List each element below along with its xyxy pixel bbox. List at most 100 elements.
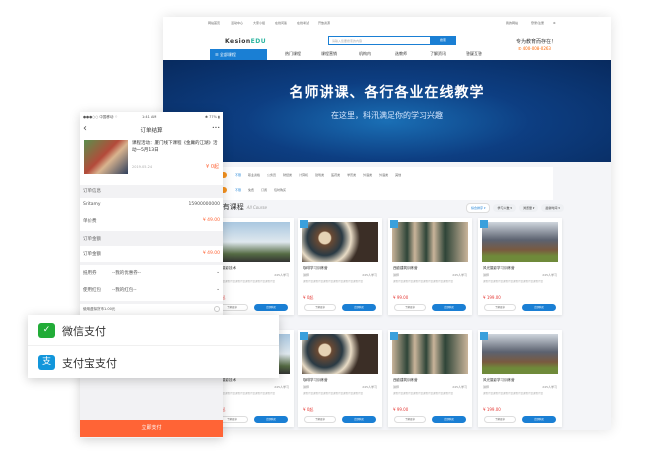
unit-price: ¥ 49.00 [202, 218, 220, 223]
buy-now-button[interactable]: 立即购买 [254, 416, 288, 423]
filter-option[interactable]: 计算机 [299, 173, 308, 177]
course-image[interactable] [392, 222, 468, 262]
sort-button[interactable]: 浏览量 ▾ [518, 204, 539, 212]
filter-option[interactable]: 其他 [395, 173, 401, 177]
filter-option[interactable]: 财经类 [283, 173, 292, 177]
filter-option[interactable]: 不限 [235, 188, 241, 192]
filter-option[interactable]: 医药类 [331, 173, 340, 177]
sort-button[interactable]: 最新时间 ▾ [541, 204, 564, 212]
course-price: ¥ 199.00 [483, 295, 501, 300]
more-icon[interactable]: ••• [212, 126, 220, 131]
nav-item[interactable]: 机构内 [359, 51, 371, 57]
chevron-down-icon[interactable]: ⌄ [216, 270, 220, 275]
course-title[interactable]: 西欧建筑训练营 [393, 266, 418, 271]
buy-now-button[interactable]: 立即购买 [254, 304, 288, 311]
buy-now-button[interactable]: 立即购买 [432, 416, 466, 423]
filter-option[interactable]: 职业资格 [248, 173, 260, 177]
top-link[interactable]: 在线问答 [275, 21, 287, 25]
buy-now-button[interactable]: 立即购买 [522, 416, 556, 423]
settings-icon[interactable]: ⚙ [553, 21, 556, 25]
course-title[interactable]: 西欧建筑训练营 [393, 378, 418, 383]
course-card[interactable]: 风光摄影学习训练营 讲师 245人学习 课程介绍课程介绍课程介绍课程介绍课程介绍课… [478, 330, 562, 427]
learn-more-button[interactable]: 了解更多 [484, 416, 516, 423]
wechat-pay-option[interactable]: ✓ 微信支付 [28, 315, 279, 346]
course-card[interactable]: 西欧建筑训练营 讲师 245人学习 课程介绍课程介绍课程介绍课程介绍课程介绍课程介… [388, 330, 472, 427]
top-link[interactable]: 开放资源 [318, 21, 330, 25]
course-desc: 课程介绍课程介绍课程介绍课程介绍课程介绍课程介绍 [393, 392, 454, 395]
course-title[interactable]: 咖啡学习训练营 [303, 378, 328, 383]
discounts: 抵用券 --我的优惠券-- ⌄ 使用红包 --我的红包-- ⌄ [80, 265, 223, 301]
course-card[interactable]: 风光摄影学习训练营 讲师 245人学习 课程介绍课程介绍课程介绍课程介绍课程介绍课… [478, 218, 562, 315]
learn-more-button[interactable]: 了解更多 [304, 304, 336, 311]
radio[interactable] [214, 306, 220, 312]
course-image[interactable] [392, 334, 468, 374]
product-card[interactable]: 课程活动：厦门线下课程《金庸的江湖》活动一5月13日 2019.05.24 ¥ … [80, 137, 223, 185]
course-card[interactable]: 西欧建筑训练营 讲师 245人学习 课程介绍课程介绍课程介绍课程介绍课程介绍课程介… [388, 218, 472, 315]
course-title[interactable]: 咖啡学习训练营 [303, 266, 328, 271]
buy-now-button[interactable]: 立即购买 [342, 416, 376, 423]
chevron-down-icon[interactable]: ⌄ [216, 287, 220, 292]
hero-banner[interactable]: 名师讲课、各行各业在线教学 在这里，科汛满足你的学习兴趣 [163, 60, 611, 162]
buy-now-button[interactable]: 立即购买 [432, 304, 466, 311]
filter-row-type: 不限 免费 订阅 包时购买 [235, 188, 293, 192]
top-link[interactable]: 活动中心 [231, 21, 243, 25]
logo[interactable]: KesionEDU [225, 38, 266, 45]
filter-option[interactable]: 不限 [235, 173, 241, 177]
all-categories-button[interactable]: ☰ 全部课程 [210, 49, 267, 60]
course-price: ¥ 99.00 [393, 295, 409, 300]
redpack-select[interactable]: --我的红包-- [112, 287, 137, 293]
alipay-option[interactable]: 支 支付宝支付 [28, 347, 279, 378]
buy-now-button[interactable]: 立即购买 [342, 304, 376, 311]
pay-now-button[interactable]: 立即支付 [80, 420, 223, 437]
coupon-select[interactable]: --我的优惠券-- [112, 270, 141, 276]
search-button[interactable]: 搜索 [430, 36, 456, 45]
wechat-pay-label: 微信支付 [62, 325, 106, 338]
top-link[interactable]: 在线考试 [297, 21, 309, 25]
filter-option[interactable]: 建筑类 [315, 173, 324, 177]
redpack-label: 使用红包 [83, 288, 101, 293]
filter-option[interactable]: 外语类 [379, 173, 388, 177]
filter-option[interactable]: 包时购买 [274, 188, 286, 192]
learn-more-button[interactable]: 了解更多 [304, 416, 336, 423]
course-image[interactable] [302, 334, 378, 374]
learn-more-button[interactable]: 了解更多 [394, 304, 426, 311]
top-link[interactable]: 大家小组 [253, 21, 265, 25]
course-students: 245人学习 [362, 273, 377, 277]
course-teacher: 讲师 [483, 385, 490, 389]
course-meta: 讲师 245人学习 [483, 385, 557, 389]
sort-button[interactable]: 综合排序 ▾ [466, 203, 491, 213]
course-meta: 讲师 245人学习 [483, 273, 557, 277]
filter-option[interactable]: 免费 [248, 188, 254, 192]
nav-item[interactable]: 选教师 [395, 51, 407, 57]
course-title[interactable]: 风光摄影学习训练营 [483, 378, 515, 383]
product-date: 2019.05.24 [132, 165, 153, 169]
learn-more-button[interactable]: 了解更多 [484, 304, 516, 311]
filter-option[interactable]: 公务员 [267, 173, 276, 177]
nav-item[interactable]: 热门课程 [285, 51, 301, 57]
course-image[interactable] [482, 334, 558, 374]
user-phone: 15900000000 [188, 202, 221, 207]
course-image[interactable] [214, 222, 290, 262]
product-title: 课程活动：厦门线下课程《金庸的江湖》活动一5月13日 [132, 141, 218, 153]
course-title[interactable]: 风光摄影学习训练营 [483, 266, 515, 271]
filter-option[interactable]: 外语类 [363, 173, 372, 177]
course-card[interactable]: 咖啡学习训练营 讲师 245人学习 课程介绍课程介绍课程介绍课程介绍课程介绍课程介… [298, 330, 382, 427]
nav-item[interactable]: 答疑互答 [466, 51, 482, 57]
nav-item[interactable]: 了解资讯 [430, 51, 446, 57]
filter-option[interactable]: 订阅 [261, 188, 267, 192]
course-image[interactable] [302, 222, 378, 262]
course-image[interactable] [482, 222, 558, 262]
hotline: ✆ 400-008-0263 [518, 46, 551, 51]
course-card[interactable]: 咖啡学习训练营 讲师 245人学习 课程介绍课程介绍课程介绍课程介绍课程介绍课程介… [298, 218, 382, 315]
amount-label: 订单金额 [83, 252, 101, 257]
nav-item[interactable]: 课程营销 [321, 51, 337, 57]
learn-more-button[interactable]: 了解更多 [394, 416, 426, 423]
logo-text: Kesion [225, 38, 251, 45]
login-link[interactable]: 登录/注册 [531, 21, 544, 25]
filter-option[interactable]: 学历类 [347, 173, 356, 177]
sort-button[interactable]: 学习人数 ▾ [493, 204, 516, 212]
buy-now-button[interactable]: 立即购买 [522, 304, 556, 311]
top-link[interactable]: 网站首页 [208, 21, 220, 25]
top-link[interactable]: 我的网站 [506, 21, 518, 25]
mobile-checkout: ●●●○○ 中国移动 ⌔ 1:41 AM ✱ 77% ▮ ‹ 订单结算 ••• … [80, 112, 223, 438]
